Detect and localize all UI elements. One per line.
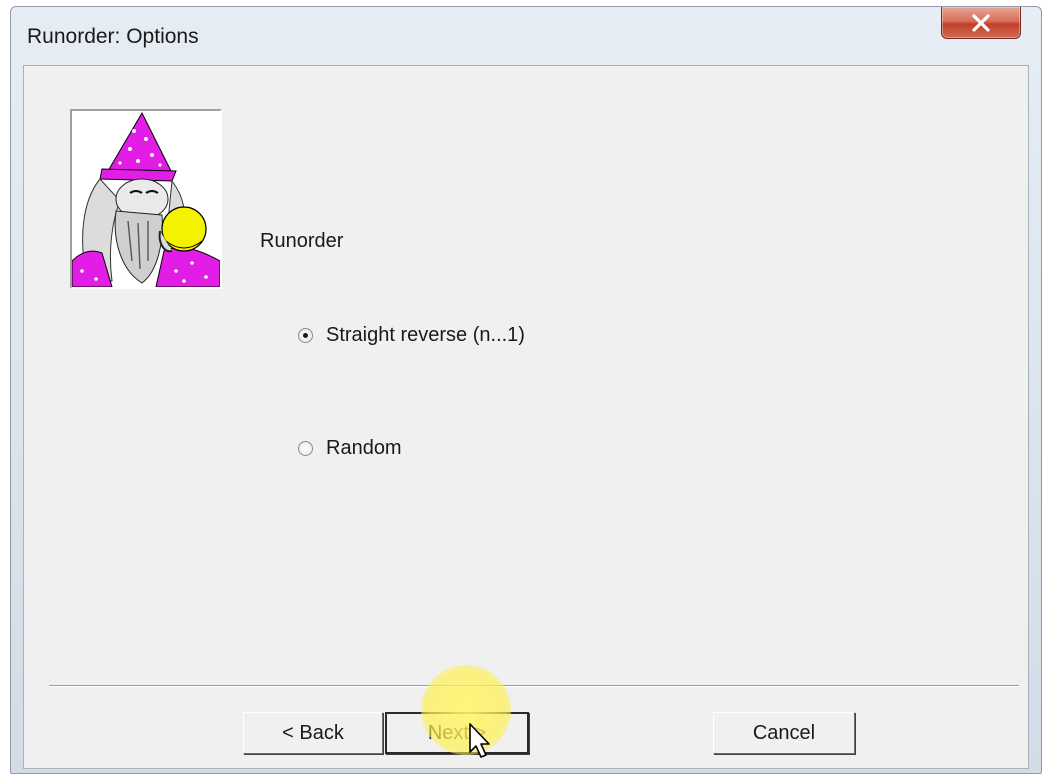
page-heading: Runorder: [260, 230, 344, 252]
option-straight-reverse[interactable]: Straight reverse (n...1): [298, 324, 525, 347]
close-icon: [972, 14, 990, 32]
cancel-button[interactable]: Cancel: [713, 712, 855, 754]
separator-line: [49, 685, 1019, 687]
wizard-illustration: [72, 111, 220, 287]
dialog-content: Runorder Straight reverse (n...1) Random…: [23, 65, 1029, 769]
option-random[interactable]: Random: [298, 437, 402, 460]
option-label: Random: [326, 437, 402, 459]
wizard-image: [70, 109, 222, 289]
window-title: Runorder: Options: [27, 25, 199, 48]
next-button[interactable]: Next >: [385, 712, 529, 754]
option-label: Straight reverse (n...1): [326, 324, 525, 346]
title-bar[interactable]: Runorder: Options: [11, 7, 1041, 65]
close-button[interactable]: [941, 7, 1021, 39]
back-button[interactable]: < Back: [243, 712, 383, 754]
radio-button-selected[interactable]: [298, 328, 313, 343]
radio-button[interactable]: [298, 441, 313, 456]
dialog-window: Runorder: Options Runorder Straight reve…: [10, 6, 1042, 774]
